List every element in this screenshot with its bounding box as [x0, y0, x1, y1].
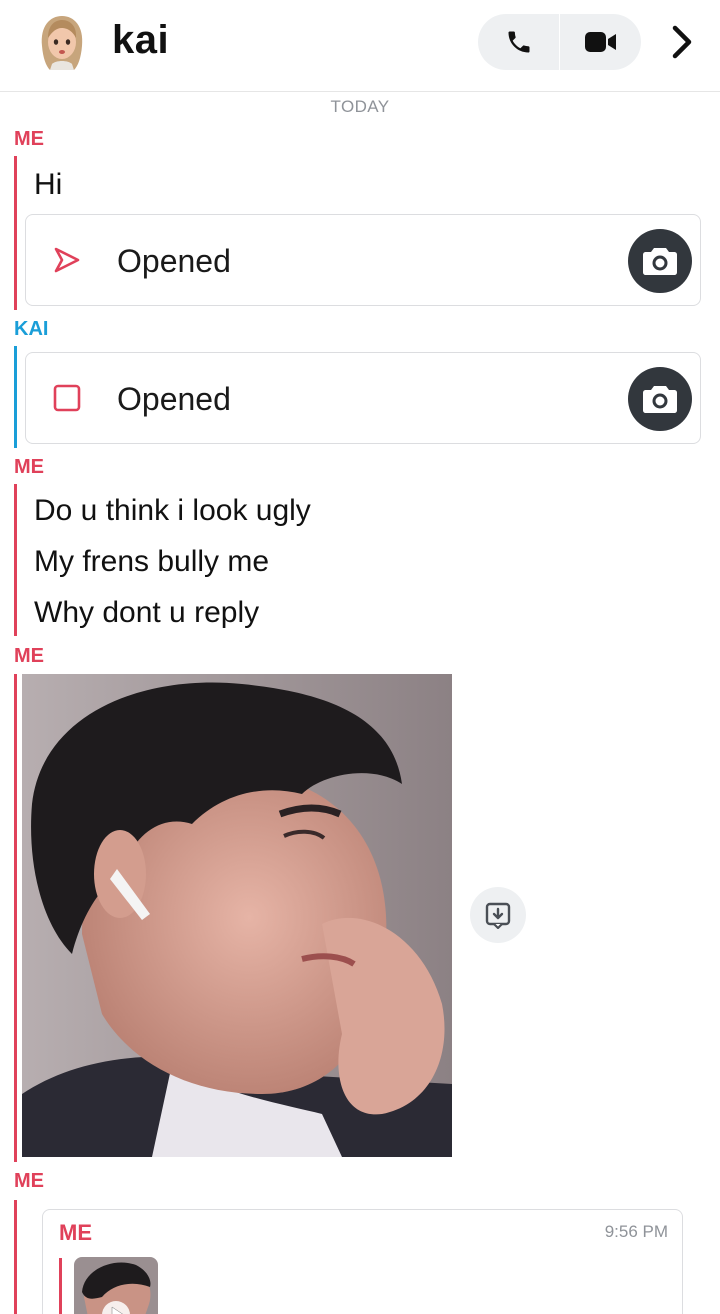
voice-call-button[interactable]	[478, 14, 559, 70]
quote-bar	[59, 1258, 62, 1314]
save-icon	[485, 902, 511, 929]
sender-label: ME	[14, 645, 44, 667]
snap-status-card[interactable]: Opened	[25, 214, 701, 306]
sender-label: ME	[14, 128, 44, 150]
message-text[interactable]: My frens bully me	[34, 545, 269, 579]
camera-reply-button[interactable]	[628, 367, 692, 431]
message-text[interactable]: Why dont u reply	[34, 596, 259, 630]
camera-reply-button[interactable]	[628, 229, 692, 293]
snap-status-label: Opened	[117, 243, 231, 279]
message-text[interactable]: Hi	[34, 168, 62, 202]
bitmoji-avatar[interactable]	[34, 12, 90, 72]
sender-label: ME	[14, 1170, 44, 1192]
received-square-icon	[53, 384, 81, 412]
sender-bar	[14, 674, 17, 1162]
call-buttons	[478, 14, 641, 70]
video-call-button[interactable]	[560, 14, 641, 70]
video-icon	[584, 32, 616, 52]
chat-header: kai	[0, 0, 720, 92]
snap-status-card[interactable]: Opened	[25, 352, 701, 444]
message-text[interactable]: Do u think i look ugly	[34, 494, 311, 528]
sender-bar	[14, 484, 17, 636]
quoted-sender: ME	[59, 1220, 92, 1245]
save-to-chat-button[interactable]	[470, 887, 526, 943]
sender-label: KAI	[14, 318, 49, 340]
snap-status-label: Opened	[117, 381, 231, 417]
sent-arrow-icon	[54, 247, 80, 273]
phone-icon	[508, 31, 529, 53]
sender-label: ME	[14, 456, 44, 478]
chevron-right-icon[interactable]	[665, 24, 699, 60]
quoted-reply-card[interactable]: ME 9:56 PM	[42, 1209, 683, 1314]
date-divider: TODAY	[330, 97, 390, 116]
sender-bar	[14, 346, 17, 448]
camera-icon	[643, 248, 677, 275]
sender-bar	[14, 1200, 17, 1314]
quoted-video-thumbnail[interactable]	[74, 1257, 158, 1314]
message-timestamp: 9:56 PM	[604, 1222, 668, 1241]
contact-name[interactable]: kai	[112, 18, 169, 63]
camera-icon	[643, 386, 677, 413]
shared-photo[interactable]	[22, 674, 452, 1157]
sender-bar	[14, 156, 17, 310]
